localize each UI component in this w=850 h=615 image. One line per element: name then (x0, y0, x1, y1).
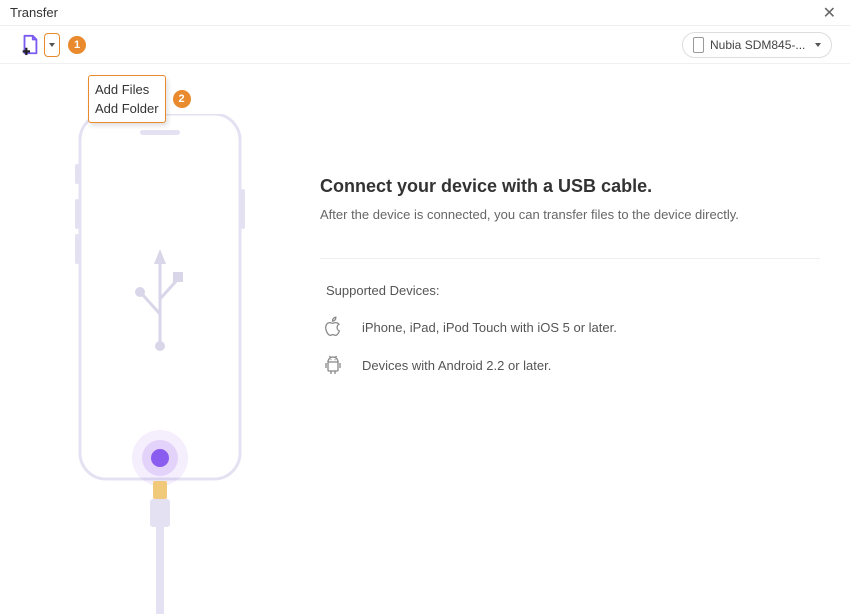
titlebar: Transfer ✕ (0, 0, 850, 26)
add-button[interactable] (18, 33, 60, 57)
connect-subline: After the device is connected, you can t… (320, 207, 820, 222)
apple-icon (322, 316, 344, 338)
right-pane: Connect your device with a USB cable. Af… (320, 84, 850, 614)
divider (320, 258, 820, 259)
supported-apple-row: iPhone, iPad, iPod Touch with iOS 5 or l… (320, 316, 820, 338)
add-dropdown-menu: Add Files Add Folder 2 (88, 75, 166, 123)
chevron-down-icon (49, 43, 55, 47)
phone-icon (693, 37, 704, 53)
add-dropdown-toggle[interactable] (44, 33, 60, 57)
window-title: Transfer (10, 5, 58, 20)
device-select[interactable]: Nubia SDM845-... (682, 32, 832, 58)
device-selected-label: Nubia SDM845-... (710, 38, 805, 52)
callout-badge-2: 2 (173, 90, 191, 108)
toolbar: 1 Add Files Add Folder 2 Nubia SDM845-..… (0, 26, 850, 64)
supported-apple-text: iPhone, iPad, iPod Touch with iOS 5 or l… (362, 320, 617, 335)
android-icon (322, 354, 344, 376)
content: Connect your device with a USB cable. Af… (0, 64, 850, 614)
supported-devices-label: Supported Devices: (320, 283, 820, 298)
usb-phone-icon (60, 114, 260, 614)
supported-android-row: Devices with Android 2.2 or later. (320, 354, 820, 376)
close-icon[interactable]: ✕ (819, 3, 840, 23)
chevron-down-icon (815, 43, 821, 47)
menu-add-files[interactable]: Add Files (93, 80, 161, 99)
menu-add-folder[interactable]: Add Folder (93, 99, 161, 118)
callout-badge-1: 1 (68, 36, 86, 54)
connect-headline: Connect your device with a USB cable. (320, 176, 820, 197)
add-file-icon (18, 33, 42, 57)
phone-illustration (0, 84, 320, 614)
supported-android-text: Devices with Android 2.2 or later. (362, 358, 551, 373)
